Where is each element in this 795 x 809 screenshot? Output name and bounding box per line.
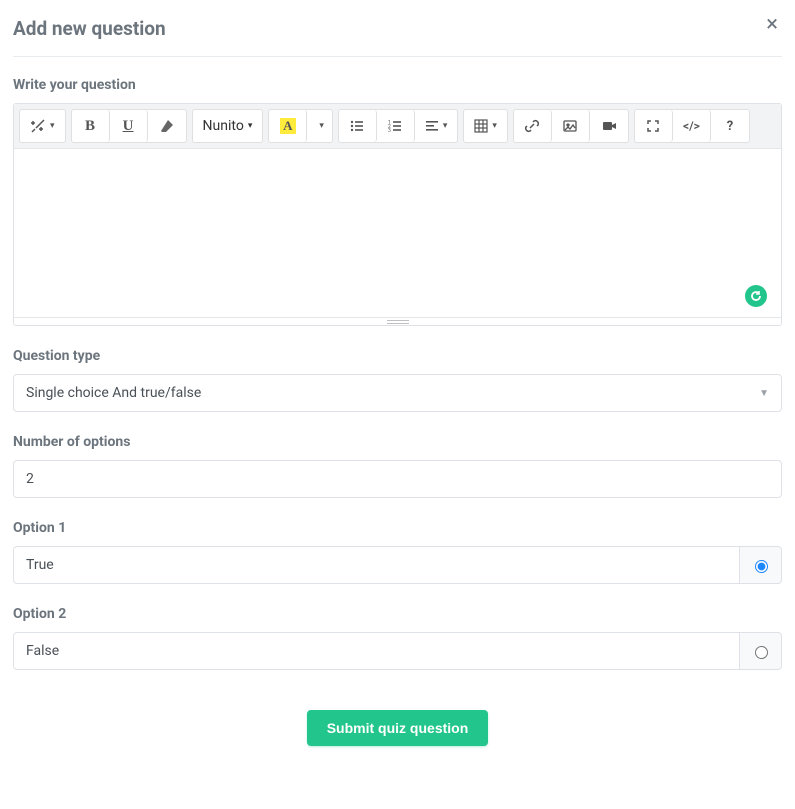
font-color-dropdown[interactable]: ▾: [307, 110, 332, 142]
num-options-label: Number of options: [13, 434, 782, 450]
caret-down-icon: ▾: [248, 121, 253, 131]
underline-button[interactable]: U: [110, 110, 148, 142]
option-radio-wrap: [740, 632, 782, 670]
question-label: Write your question: [13, 77, 782, 93]
editor-content[interactable]: [14, 149, 781, 317]
caret-down-icon: ▾: [443, 121, 448, 131]
modal-body: Write your question ▾ B: [13, 57, 782, 746]
modal-footer: Submit quiz question: [13, 710, 782, 746]
font-color-button[interactable]: A: [269, 110, 307, 142]
modal-title: Add new question: [13, 17, 166, 40]
option-label: Option 2: [13, 606, 782, 622]
caret-down-icon: ▾: [319, 121, 324, 131]
option-radio-wrap: [740, 546, 782, 584]
grammarly-icon[interactable]: [745, 285, 767, 307]
option-input[interactable]: [13, 632, 740, 670]
question-type-label: Question type: [13, 348, 782, 364]
option-row: [13, 546, 782, 584]
question-type-value: Single choice And true/false: [26, 385, 201, 401]
eraser-icon[interactable]: [148, 110, 186, 142]
resize-handle[interactable]: [14, 317, 781, 325]
caret-down-icon: ▾: [50, 121, 55, 131]
rich-text-editor: ▾ B U Nunito ▾: [13, 103, 782, 326]
option-label: Option 1: [13, 520, 782, 536]
ordered-list-icon[interactable]: 123: [377, 110, 415, 142]
option-correct-radio[interactable]: [755, 560, 768, 573]
video-icon[interactable]: [590, 110, 628, 142]
image-icon[interactable]: [552, 110, 590, 142]
editor-toolbar: ▾ B U Nunito ▾: [14, 104, 781, 149]
fullscreen-icon[interactable]: [635, 110, 673, 142]
magic-wand-icon[interactable]: ▾: [20, 110, 65, 142]
submit-button[interactable]: Submit quiz question: [307, 710, 489, 746]
caret-down-icon: ▼: [759, 388, 769, 399]
svg-text:3: 3: [388, 128, 391, 134]
add-question-modal: Add new question × Write your question ▾: [0, 0, 795, 746]
caret-down-icon: ▾: [492, 121, 497, 131]
code-view-button[interactable]: </>: [673, 110, 711, 142]
question-type-select[interactable]: Single choice And true/false ▼: [13, 374, 782, 412]
option-row: [13, 632, 782, 670]
link-icon[interactable]: [514, 110, 552, 142]
close-icon[interactable]: ×: [766, 14, 782, 42]
option-input[interactable]: [13, 546, 740, 584]
unordered-list-icon[interactable]: [339, 110, 377, 142]
num-options-input[interactable]: [13, 460, 782, 498]
font-family-dropdown[interactable]: Nunito ▾: [193, 110, 263, 142]
align-dropdown[interactable]: ▾: [415, 110, 458, 142]
option-correct-radio[interactable]: [755, 646, 768, 659]
bold-button[interactable]: B: [72, 110, 110, 142]
modal-header: Add new question ×: [13, 0, 782, 57]
table-dropdown[interactable]: ▾: [464, 110, 507, 142]
help-button[interactable]: ?: [711, 110, 749, 142]
